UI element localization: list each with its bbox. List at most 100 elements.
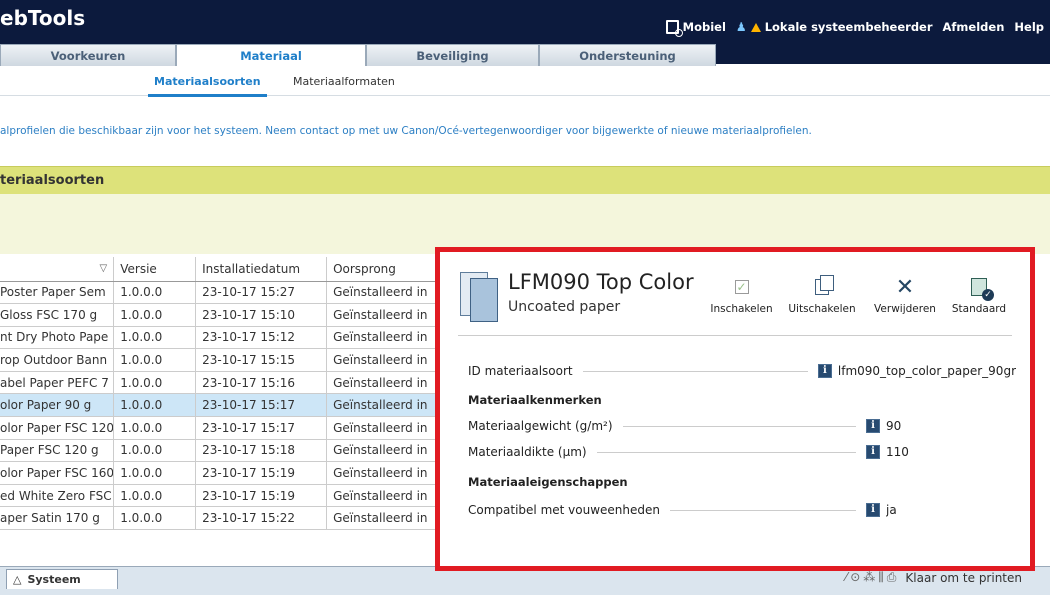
table-header-row: ▽ Versie Installatiedatum Oorsprong — [0, 257, 440, 282]
cell-version: 1.0.0.0 — [113, 303, 197, 327]
cell-version: 1.0.0.0 — [113, 461, 197, 485]
table-row[interactable]: olor Paper 90 g 1.0.0.0 23-10-17 15:17 Geïn… — [0, 393, 440, 418]
highlight-frame: LFM090 Top Color Uncoated paper ✓ Inscha… — [435, 247, 1035, 571]
group-materiaaleigenschappen: Materiaaleigenschappen — [468, 475, 628, 489]
cell-name: ed White Zero FSC — [0, 484, 115, 508]
cell-name: Poster Paper Sem — [0, 281, 115, 305]
column-header-date[interactable]: Installatiedatum — [195, 257, 328, 282]
mobile-icon — [665, 20, 683, 37]
cell-version: 1.0.0.0 — [113, 506, 197, 531]
column-header-version[interactable]: Versie — [113, 257, 197, 282]
cell-name: aper Satin 170 g — [0, 506, 115, 531]
tab-ondersteuning[interactable]: Ondersteuning — [539, 44, 716, 66]
media-title: LFM090 Top Color — [508, 270, 694, 294]
table-row[interactable]: rop Outdoor Bann 1.0.0.0 23-10-17 15:15 Geï… — [0, 348, 440, 372]
weight-value: 90 — [886, 419, 902, 433]
cell-origin: Geïnstalleerd in — [326, 461, 440, 485]
cell-date: 23-10-17 15:19 — [195, 484, 328, 508]
admin-link-label: Lokale systeembeheerder — [764, 20, 933, 34]
disable-button[interactable]: Uitschakelen — [780, 275, 864, 315]
table-row[interactable]: Paper FSC 120 g 1.0.0.0 23-10-17 15:18 Geïn… — [0, 439, 440, 463]
table-body: Poster Paper Sem 1.0.0.0 23-10-17 15:27 Geï… — [0, 281, 440, 531]
cell-name: olor Paper 90 g — [0, 393, 115, 418]
detail-divider — [458, 335, 1012, 336]
cell-version: 1.0.0.0 — [113, 326, 197, 350]
cell-date: 23-10-17 15:15 — [195, 348, 328, 372]
section-header: teriaalsoorten — [0, 166, 1050, 194]
thickness-row: Materiaaldikte (µm) i 110 — [468, 445, 1016, 459]
info-icon[interactable]: i — [866, 503, 880, 517]
sort-desc-icon: ▽ — [99, 263, 108, 275]
info-icon[interactable]: i — [817, 364, 832, 378]
section-title: teriaalsoorten — [0, 173, 105, 188]
enable-button[interactable]: ✓ Inschakelen — [708, 276, 775, 315]
admin-link[interactable]: ♟ Lokale systeembeheerder — [736, 20, 933, 34]
table-row[interactable]: aper Satin 170 g 1.0.0.0 23-10-17 15:22 Geï… — [0, 506, 440, 531]
cell-date: 23-10-17 15:22 — [195, 506, 328, 531]
table-row[interactable]: abel Paper PEFC 7 1.0.0.0 23-10-17 15:16 Ge… — [0, 371, 440, 395]
status-icons: ⁄⊙⁂⫼⎙ — [845, 570, 900, 584]
cell-origin: Geïnstalleerd in — [326, 371, 440, 395]
cell-version: 1.0.0.0 — [113, 371, 197, 395]
cell-date: 23-10-17 15:17 — [195, 416, 328, 440]
column-header-origin[interactable]: Oorsprong — [326, 257, 440, 282]
thickness-value: 110 — [886, 445, 909, 459]
tab-materiaal[interactable]: Materiaal — [176, 44, 366, 67]
checkbox-icon: ✓ — [734, 280, 749, 294]
default-button[interactable]: Standaard — [946, 276, 1012, 315]
tab-beveiliging[interactable]: Beveiliging — [366, 44, 539, 66]
cell-origin: Geïnstalleerd in — [326, 484, 440, 508]
column-header-name[interactable]: ▽ — [0, 257, 115, 282]
cell-version: 1.0.0.0 — [113, 393, 197, 418]
table-row[interactable]: nt Dry Photo Pape 1.0.0.0 23-10-17 15:12 Ge… — [0, 326, 440, 350]
cell-origin: Geïnstalleerd in — [326, 348, 440, 372]
cell-origin: Geïnstalleerd in — [326, 281, 440, 305]
info-icon[interactable]: i — [866, 419, 880, 433]
group-materiaalkenmerken: Materiaalkenmerken — [468, 393, 602, 407]
info-text: alprofielen die beschikbaar zijn voor he… — [0, 125, 812, 137]
id-value: lfm090_top_color_paper_90gr — [837, 364, 1016, 378]
media-table: ▽ Versie Installatiedatum Oorsprong Post… — [0, 257, 440, 531]
cell-date: 23-10-17 15:12 — [195, 326, 328, 350]
copy-icon — [815, 275, 834, 295]
cell-origin: Geïnstalleerd in — [326, 506, 440, 531]
sub-tabs: Materiaalsoorten Materiaalformaten — [0, 66, 1050, 97]
logout-link[interactable]: Afmelden — [943, 20, 1005, 34]
cell-version: 1.0.0.0 — [113, 484, 197, 508]
cell-name: abel Paper PEFC 7 — [0, 371, 115, 395]
webtools-window: ebTools Mobiel ♟ Lokale systeembeheerder… — [0, 0, 1050, 595]
cell-origin: Geïnstalleerd in — [326, 416, 440, 440]
cell-origin: Geïnstalleerd in — [326, 393, 440, 418]
enable-button-label: Inschakelen — [710, 303, 773, 315]
mobile-link[interactable]: Mobiel — [665, 20, 726, 37]
help-link[interactable]: Help — [1014, 20, 1044, 34]
system-tab-label: Systeem — [27, 573, 81, 586]
warning-icon — [750, 22, 761, 32]
cell-origin: Geïnstalleerd in — [326, 326, 440, 350]
table-row[interactable]: olor Paper FSC 160 1.0.0.0 23-10-17 15:19 G… — [0, 461, 440, 485]
user-icon: ♟ — [735, 20, 747, 34]
info-icon[interactable]: i — [866, 445, 880, 459]
subtab-materiaalsoorten[interactable]: Materiaalsoorten — [148, 75, 267, 97]
cell-origin: Geïnstalleerd in — [326, 303, 440, 327]
mobile-link-label: Mobiel — [682, 20, 726, 34]
table-row[interactable]: Poster Paper Sem 1.0.0.0 23-10-17 15:27 Geï… — [0, 281, 440, 305]
delete-button[interactable]: ✕ Verwijderen — [869, 275, 941, 316]
thickness-label: Materiaaldikte (µm) — [468, 445, 587, 459]
fold-label: Compatibel met vouweenheden — [468, 503, 660, 517]
table-row[interactable]: olor Paper FSC 120 1.0.0.0 23-10-17 15:17 G… — [0, 416, 440, 440]
cell-name: olor Paper FSC 160 — [0, 461, 115, 485]
tab-voorkeuren[interactable]: Voorkeuren — [0, 44, 176, 66]
cell-name: Gloss FSC 170 g — [0, 303, 115, 327]
printer-status-label: Klaar om te printen — [905, 570, 1022, 585]
subtab-materiaalformaten[interactable]: Materiaalformaten — [293, 75, 395, 88]
table-row[interactable]: ed White Zero FSC 1.0.0.0 23-10-17 15:19 Ge… — [0, 484, 440, 508]
table-row[interactable]: Gloss FSC 170 g 1.0.0.0 23-10-17 15:10 Geïn… — [0, 303, 440, 327]
fold-row: Compatibel met vouweenheden i ja — [468, 503, 1016, 517]
cell-name: Paper FSC 120 g — [0, 439, 115, 463]
media-actions: ✓ Inschakelen Uitschakelen ✕ Verwijderen… — [708, 275, 1017, 316]
fold-value: ja — [886, 503, 897, 517]
system-tab[interactable]: △ Systeem — [6, 569, 118, 589]
delete-button-label: Verwijderen — [874, 303, 936, 315]
default-button-label: Standaard — [951, 303, 1007, 315]
